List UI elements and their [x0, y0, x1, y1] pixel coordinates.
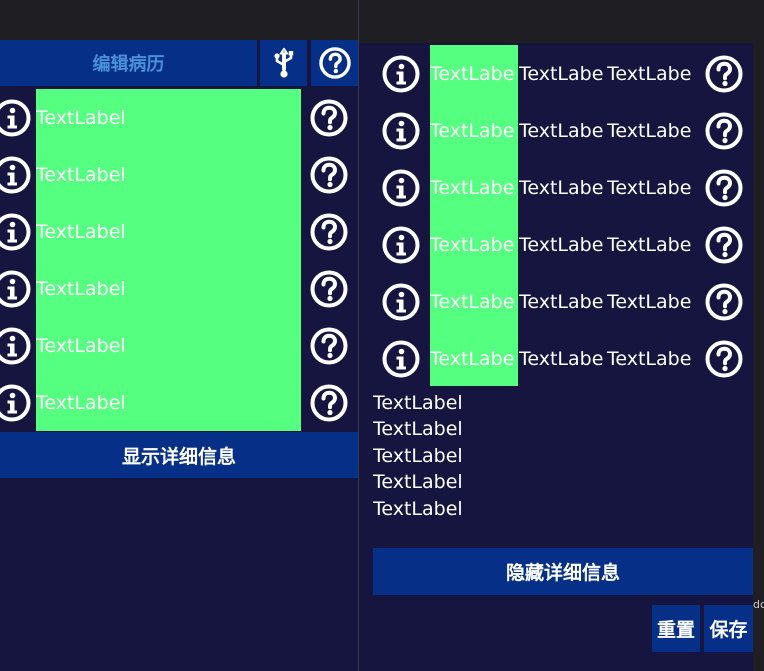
help-icon[interactable] [309, 383, 349, 423]
usb-icon [273, 47, 293, 78]
left-highlight-column [36, 89, 301, 431]
right-row-col3: TextLabe [607, 120, 692, 142]
info-icon[interactable] [0, 98, 32, 138]
right-row-col2: TextLabe [519, 177, 604, 199]
info-icon[interactable] [381, 339, 421, 379]
left-row-label: TextLabel [36, 221, 126, 243]
help-icon[interactable] [309, 212, 349, 252]
info-icon[interactable] [381, 168, 421, 208]
info-icon[interactable] [0, 269, 32, 309]
right-window-titlebar [359, 0, 753, 43]
right-row-col1: TextLabe [430, 63, 515, 85]
right-row-col2: TextLabe [519, 348, 604, 370]
help-icon[interactable] [704, 282, 744, 322]
info-icon[interactable] [381, 111, 421, 151]
right-row-col1: TextLabe [430, 291, 515, 313]
help-icon[interactable] [309, 155, 349, 195]
info-icon[interactable] [381, 225, 421, 265]
right-row-col3: TextLabe [607, 291, 692, 313]
left-row-label: TextLabel [36, 278, 126, 300]
help-icon[interactable] [309, 98, 349, 138]
background-window-text: dc [753, 598, 764, 611]
help-icon[interactable] [704, 225, 744, 265]
detail-label: TextLabel [373, 498, 463, 520]
help-icon[interactable] [704, 54, 744, 94]
usb-button[interactable] [260, 40, 307, 86]
help-icon [318, 46, 352, 80]
reset-button[interactable]: 重置 [652, 605, 700, 652]
help-icon[interactable] [704, 111, 744, 151]
info-icon[interactable] [381, 54, 421, 94]
help-button-top[interactable] [311, 40, 358, 86]
left-row-label: TextLabel [36, 107, 126, 129]
show-details-button[interactable]: 显示详细信息 [0, 432, 358, 478]
info-icon[interactable] [0, 383, 32, 423]
detail-label: TextLabel [373, 392, 463, 414]
left-row-label: TextLabel [36, 392, 126, 414]
save-button[interactable]: 保存 [704, 605, 753, 652]
help-icon[interactable] [704, 339, 744, 379]
right-row-col2: TextLabe [519, 63, 604, 85]
help-icon[interactable] [704, 168, 744, 208]
right-row-col3: TextLabe [607, 177, 692, 199]
right-row-col2: TextLabe [519, 234, 604, 256]
detail-label: TextLabel [373, 445, 463, 467]
help-icon[interactable] [309, 269, 349, 309]
right-row-col3: TextLabe [607, 63, 692, 85]
left-window-titlebar [0, 0, 358, 40]
background-window-edge [753, 0, 764, 671]
help-icon[interactable] [309, 326, 349, 366]
right-row-col3: TextLabe [607, 348, 692, 370]
info-icon[interactable] [381, 282, 421, 322]
info-icon[interactable] [0, 155, 32, 195]
right-row-col1: TextLabe [430, 120, 515, 142]
hide-details-button[interactable]: 隐藏详细信息 [373, 548, 753, 595]
right-row-col1: TextLabe [430, 177, 515, 199]
right-row-col1: TextLabe [430, 234, 515, 256]
edit-record-button[interactable]: 编辑病历 [0, 40, 257, 86]
left-row-label: TextLabel [36, 335, 126, 357]
info-icon[interactable] [0, 212, 32, 252]
right-row-col1: TextLabe [430, 348, 515, 370]
detail-label: TextLabel [373, 418, 463, 440]
right-row-col2: TextLabe [519, 291, 604, 313]
right-highlight-column [430, 45, 518, 386]
right-row-col3: TextLabe [607, 234, 692, 256]
detail-label: TextLabel [373, 471, 463, 493]
info-icon[interactable] [0, 326, 32, 366]
left-row-label: TextLabel [36, 164, 126, 186]
right-row-col2: TextLabe [519, 120, 604, 142]
